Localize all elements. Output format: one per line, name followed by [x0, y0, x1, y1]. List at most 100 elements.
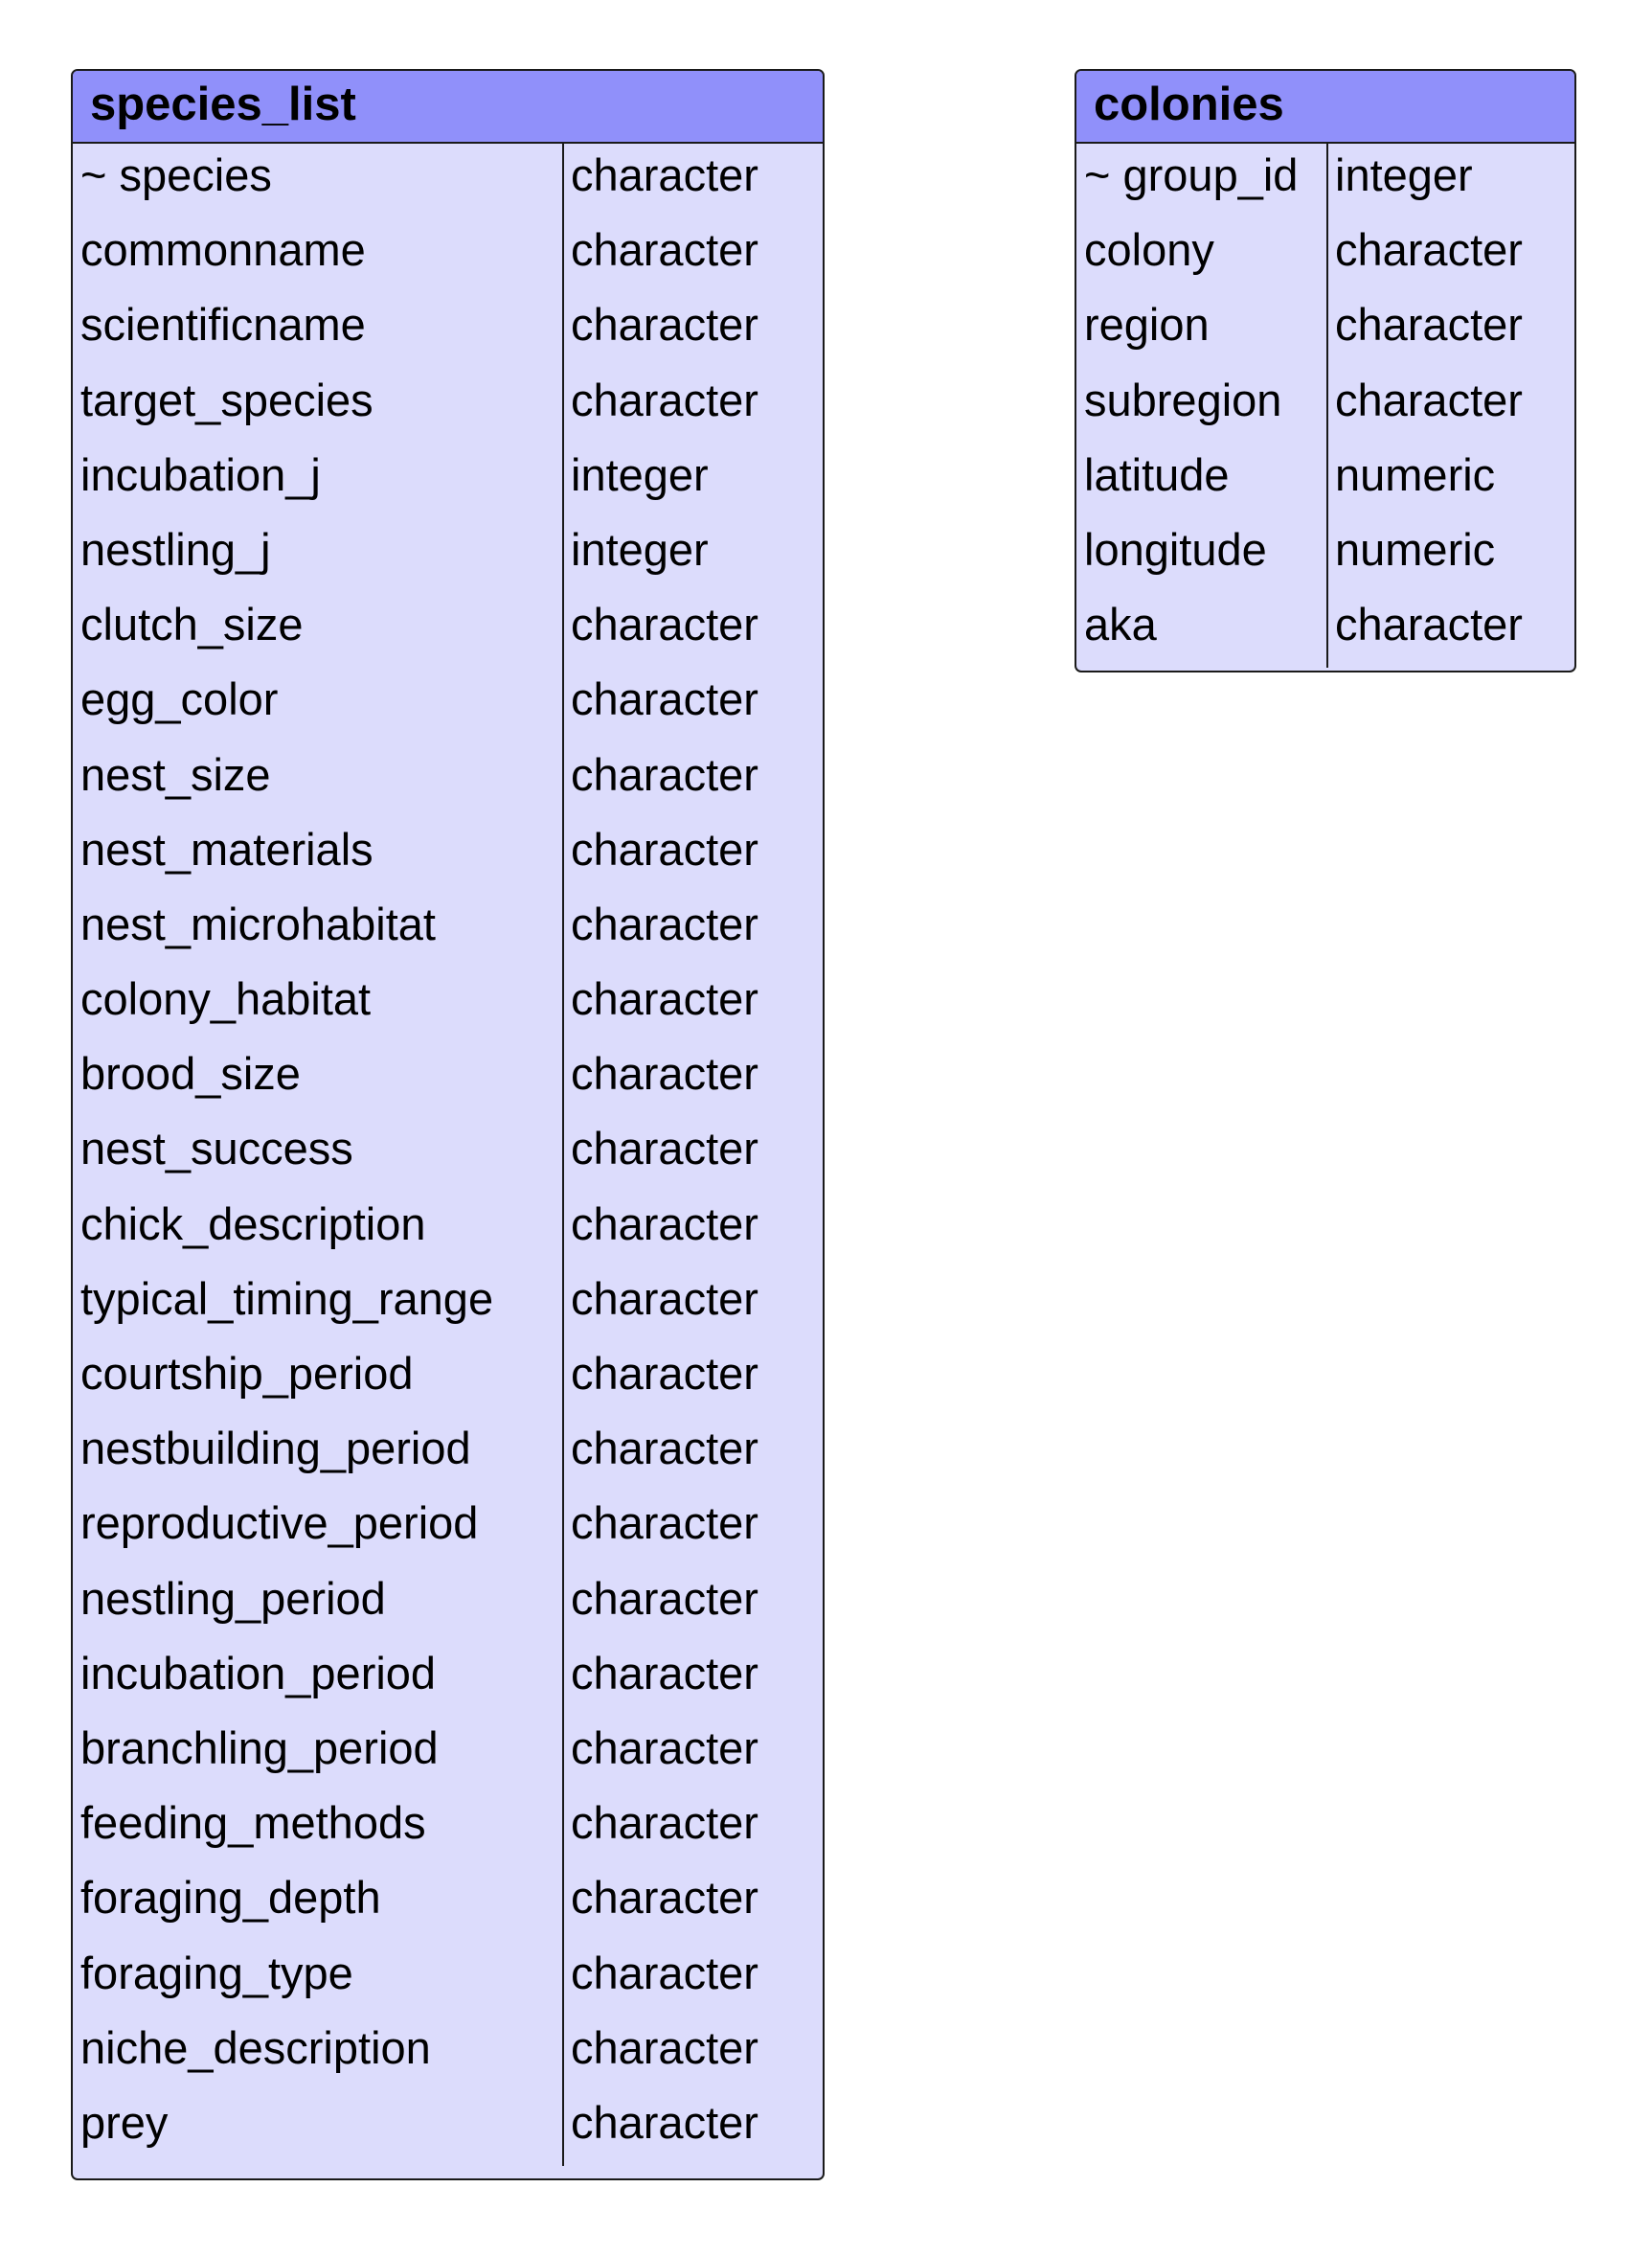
table-row: nest_materials character: [73, 818, 823, 893]
column-type: character: [571, 1572, 758, 1624]
table-row: longitude numeric: [1076, 518, 1574, 593]
column-type: character: [571, 973, 758, 1025]
column-type: numeric: [1335, 448, 1496, 500]
column-name: latitude: [1084, 448, 1230, 500]
table-row: feeding_methods character: [73, 1791, 823, 1866]
table-row: brood_size character: [73, 1042, 823, 1117]
table-row: region character: [1076, 293, 1574, 368]
column-type: numeric: [1335, 523, 1496, 575]
column-name: ~ species: [80, 149, 272, 200]
table-row: egg_color character: [73, 668, 823, 742]
table-title: species_list: [73, 71, 823, 144]
table-row: colony_habitat character: [73, 968, 823, 1042]
column-type: character: [571, 2096, 758, 2148]
column-type: character: [571, 673, 758, 725]
column-type: character: [1335, 374, 1523, 425]
column-type: integer: [571, 448, 709, 500]
column-type: character: [571, 823, 758, 875]
table-row: branchling_period character: [73, 1717, 823, 1791]
table-body: ~ group_id integer colony character region ch…: [1076, 144, 1574, 669]
column-type: character: [571, 299, 758, 351]
table-row: aka character: [1076, 593, 1574, 668]
column-name: nestling_j: [80, 523, 271, 575]
table-row: ~ group_id integer: [1076, 144, 1574, 218]
table-row: commonname character: [73, 218, 823, 293]
table-row: scientificname character: [73, 293, 823, 368]
column-type: character: [571, 1872, 758, 1924]
table-row: target_species character: [73, 369, 823, 444]
column-type: character: [571, 599, 758, 650]
column-type: character: [571, 1123, 758, 1174]
column-name: nest_materials: [80, 823, 373, 875]
table-row: prey character: [73, 2091, 823, 2166]
column-type: character: [1335, 299, 1523, 351]
column-name: ~ group_id: [1084, 149, 1299, 200]
column-type: character: [571, 1647, 758, 1698]
column-name: niche_description: [80, 2021, 431, 2073]
column-type: character: [571, 2021, 758, 2073]
table-row: nestling_j integer: [73, 518, 823, 593]
column-name: typical_timing_range: [80, 1272, 494, 1324]
column-type: character: [571, 224, 758, 276]
column-name: nest_microhabitat: [80, 898, 436, 949]
column-name: incubation_j: [80, 448, 321, 500]
column-type: character: [571, 1048, 758, 1100]
table-row: niche_description character: [73, 2017, 823, 2091]
column-name: brood_size: [80, 1048, 301, 1100]
column-divider: [562, 144, 564, 2167]
column-name: commonname: [80, 224, 366, 276]
column-name: subregion: [1084, 374, 1282, 425]
table-row: incubation_j integer: [73, 444, 823, 518]
column-name: region: [1084, 299, 1210, 351]
table-row: foraging_type character: [73, 1942, 823, 2017]
column-name: longitude: [1084, 523, 1267, 575]
column-type: character: [571, 149, 758, 200]
table-row: nest_success character: [73, 1117, 823, 1192]
column-name: branchling_period: [80, 1721, 439, 1773]
column-type: character: [571, 1797, 758, 1849]
column-name: nestling_period: [80, 1572, 386, 1624]
table-row: foraging_depth character: [73, 1866, 823, 1941]
column-name: courtship_period: [80, 1348, 414, 1399]
column-type: character: [571, 1721, 758, 1773]
column-name: egg_color: [80, 673, 279, 725]
column-name: target_species: [80, 374, 373, 425]
column-type: character: [571, 748, 758, 800]
column-name: incubation_period: [80, 1647, 437, 1698]
table-row: typical_timing_range character: [73, 1267, 823, 1342]
column-type: character: [571, 374, 758, 425]
column-name: feeding_methods: [80, 1797, 426, 1849]
table-title: colonies: [1076, 71, 1574, 144]
column-type: character: [571, 1947, 758, 1998]
table-body: ~ species character commonname character sci…: [73, 144, 823, 2167]
table-row: subregion character: [1076, 369, 1574, 444]
column-name: scientificname: [80, 299, 366, 351]
table-row: ~ species character: [73, 144, 823, 218]
column-name: nest_success: [80, 1123, 353, 1174]
column-name: colony_habitat: [80, 973, 372, 1025]
column-type: character: [1335, 599, 1523, 650]
column-type: integer: [1335, 149, 1473, 200]
table-colonies: colonies ~ group_id integer colony characte…: [1075, 69, 1576, 672]
table-row: courtship_period character: [73, 1342, 823, 1417]
column-name: foraging_depth: [80, 1872, 381, 1924]
column-name: aka: [1084, 599, 1157, 650]
column-name: reproductive_period: [80, 1497, 479, 1549]
table-row: latitude numeric: [1076, 444, 1574, 518]
column-type: character: [571, 1272, 758, 1324]
column-type: character: [571, 898, 758, 949]
column-divider: [1326, 144, 1328, 669]
table-row: incubation_period character: [73, 1642, 823, 1717]
table-row: nestling_period character: [73, 1567, 823, 1642]
table-row: reproductive_period character: [73, 1492, 823, 1566]
column-name: colony: [1084, 224, 1214, 276]
column-type: character: [1335, 224, 1523, 276]
column-name: chick_description: [80, 1197, 426, 1249]
table-row: clutch_size character: [73, 593, 823, 668]
column-type: character: [571, 1348, 758, 1399]
column-type: character: [571, 1423, 758, 1474]
column-type: character: [571, 1197, 758, 1249]
column-name: nestbuilding_period: [80, 1423, 471, 1474]
column-type: character: [571, 1497, 758, 1549]
column-type: integer: [571, 523, 709, 575]
